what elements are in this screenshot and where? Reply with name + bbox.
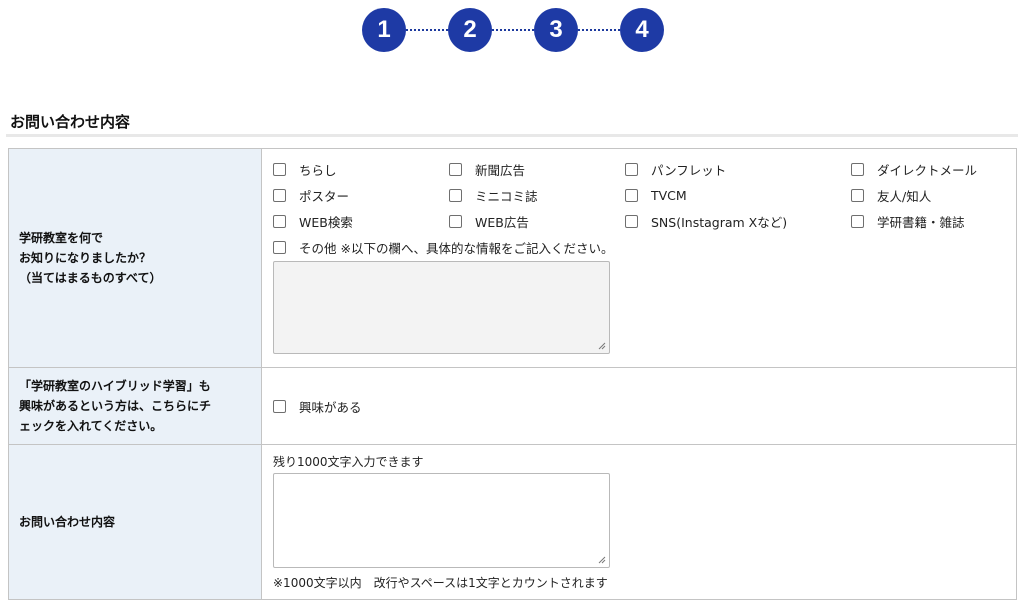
option-friend[interactable]: 友人/知人	[851, 185, 1024, 205]
step-connector	[406, 29, 448, 31]
label-line: 学研教室を何で	[19, 231, 104, 245]
checkbox[interactable]	[449, 214, 462, 228]
option-books[interactable]: 学研書籍・雑誌	[851, 211, 1024, 231]
row-label: 学研教室を何で お知りになりましたか？ （当てはまるものすべて）	[8, 148, 262, 368]
checkbox[interactable]	[851, 162, 864, 176]
character-note: ※1000文字以内 改行やスペースは1文字とカウントされます	[273, 575, 608, 590]
option-newspaper-ad[interactable]: 新聞広告	[449, 159, 625, 179]
option-label: TVCM	[651, 187, 687, 203]
option-label: 興味がある	[299, 399, 362, 415]
form-row-inquiry: お問い合わせ内容 残り1000文字入力できます ※1000文字以内 改行やスペー…	[8, 444, 1017, 600]
checkbox[interactable]	[851, 214, 864, 228]
option-label: ポスター	[299, 188, 350, 204]
source-options: ちらし 新聞広告 パンフレット ダイレクトメール ポスター ミニコミ誌 TVCM…	[273, 159, 1005, 231]
step-1: 1	[362, 8, 406, 52]
inquiry-textarea[interactable]	[273, 472, 610, 568]
checkbox[interactable]	[851, 188, 864, 202]
option-label: ダイレクトメール	[877, 162, 978, 178]
option-label: ミニコミ誌	[475, 188, 538, 204]
label-line: （当てはまるものすべて）	[19, 271, 162, 285]
checkbox[interactable]	[273, 214, 286, 228]
step-connector	[578, 29, 620, 31]
checkbox[interactable]	[273, 188, 286, 202]
option-label: その他 ※以下の欄へ、具体的な情報をご記入ください。	[299, 240, 614, 256]
section-title: お問い合わせ内容	[10, 113, 131, 131]
option-label: 友人/知人	[877, 188, 932, 204]
option-label: WEB検索	[299, 214, 353, 230]
step-connector	[492, 29, 534, 31]
option-web-search[interactable]: WEB検索	[273, 211, 449, 231]
option-poster[interactable]: ポスター	[273, 185, 449, 205]
row-value: 興味がある	[261, 367, 1017, 445]
checkbox[interactable]	[273, 240, 286, 254]
label-line: ェックを入れてください。	[19, 419, 163, 433]
option-sns[interactable]: SNS(Instagram Xなど)	[625, 211, 851, 231]
option-label: WEB広告	[475, 214, 529, 230]
option-label: パンフレット	[651, 162, 727, 178]
remaining-count: 残り1000文字入力できます	[273, 454, 424, 469]
checkbox[interactable]	[625, 188, 638, 202]
row-value: ちらし 新聞広告 パンフレット ダイレクトメール ポスター ミニコミ誌 TVCM…	[261, 148, 1017, 368]
inquiry-form-table: 学研教室を何で お知りになりましたか？ （当てはまるものすべて） ちらし 新聞広…	[8, 148, 1017, 600]
form-row-hybrid: 「学研教室のハイブリッド学習」も 興味があるという方は、こちらにチ ェックを入れ…	[8, 367, 1017, 445]
option-pamphlet[interactable]: パンフレット	[625, 159, 851, 179]
label-line: 興味があるという方は、こちらにチ	[19, 399, 212, 413]
resize-handle-icon[interactable]	[598, 342, 606, 350]
step-2: 2	[448, 8, 492, 52]
option-label: ちらし	[299, 162, 337, 178]
label-line: お知りになりましたか？	[19, 251, 152, 265]
option-tvcm[interactable]: TVCM	[625, 185, 851, 205]
resize-handle-icon[interactable]	[598, 556, 606, 564]
checkbox[interactable]	[625, 162, 638, 176]
option-direct-mail[interactable]: ダイレクトメール	[851, 159, 1024, 179]
row-label: 「学研教室のハイブリッド学習」も 興味があるという方は、こちらにチ ェックを入れ…	[8, 367, 262, 445]
checkbox[interactable]	[449, 188, 462, 202]
label-line: 「学研教室のハイブリッド学習」も	[19, 379, 211, 393]
row-label: お問い合わせ内容	[8, 444, 262, 600]
step-3: 3	[534, 8, 578, 52]
option-hybrid-interest[interactable]: 興味がある	[273, 396, 1005, 416]
checkbox[interactable]	[625, 214, 638, 228]
option-minicomi[interactable]: ミニコミ誌	[449, 185, 625, 205]
checkbox[interactable]	[273, 162, 286, 176]
form-row-source: 学研教室を何で お知りになりましたか？ （当てはまるものすべて） ちらし 新聞広…	[8, 148, 1017, 368]
step-indicator: 1 2 3 4	[362, 8, 664, 52]
checkbox[interactable]	[273, 399, 286, 413]
option-flyer[interactable]: ちらし	[273, 159, 449, 179]
other-textarea[interactable]	[273, 261, 610, 354]
section-divider	[6, 134, 1018, 137]
checkbox[interactable]	[449, 162, 462, 176]
step-4: 4	[620, 8, 664, 52]
row-value: 残り1000文字入力できます ※1000文字以内 改行やスペースは1文字とカウン…	[261, 444, 1017, 600]
option-label: 学研書籍・雑誌	[877, 214, 965, 230]
option-label: SNS(Instagram Xなど)	[651, 214, 788, 230]
option-other[interactable]: その他 ※以下の欄へ、具体的な情報をご記入ください。	[273, 237, 1005, 257]
option-label: 新聞広告	[475, 162, 526, 178]
option-web-ad[interactable]: WEB広告	[449, 211, 625, 231]
